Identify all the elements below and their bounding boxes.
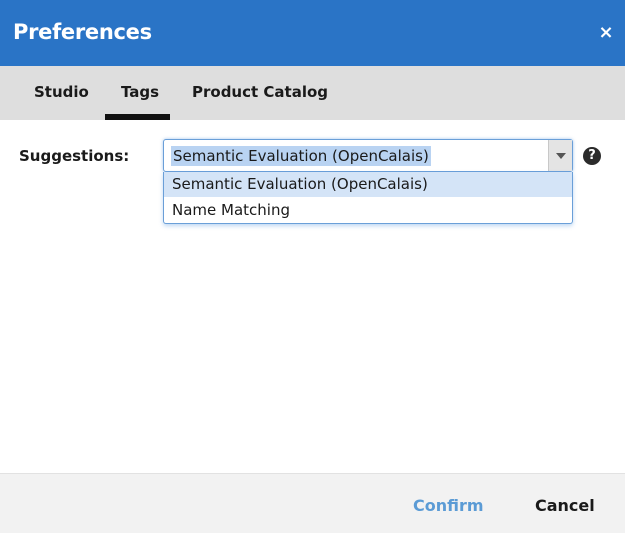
close-icon[interactable]: × [597, 22, 615, 44]
preferences-dialog: Preferences × Studio Tags Product Catalo… [0, 0, 625, 533]
suggestions-select[interactable]: Semantic Evaluation (OpenCalais) [163, 139, 573, 172]
active-tab-indicator [105, 114, 170, 120]
tab-product-catalog[interactable]: Product Catalog [192, 83, 328, 101]
confirm-button[interactable]: Confirm [413, 496, 484, 515]
suggestions-selected-value: Semantic Evaluation (OpenCalais) [171, 146, 431, 166]
dialog-title: Preferences [13, 20, 152, 44]
option-name-matching[interactable]: Name Matching [164, 198, 572, 223]
question-circle-icon[interactable]: ? [583, 147, 601, 165]
tab-tags[interactable]: Tags [121, 83, 159, 101]
suggestions-dropdown-list: Semantic Evaluation (OpenCalais) Name Ma… [163, 172, 573, 224]
dialog-footer: Confirm Cancel [0, 473, 625, 533]
cancel-button[interactable]: Cancel [535, 496, 595, 515]
title-bar: Preferences × [0, 0, 625, 66]
suggestions-label: Suggestions: [19, 147, 130, 165]
select-toggle-button[interactable] [548, 140, 572, 171]
option-semantic-evaluation[interactable]: Semantic Evaluation (OpenCalais) [164, 172, 572, 197]
tab-studio[interactable]: Studio [34, 83, 89, 101]
chevron-down-icon [556, 153, 566, 159]
tab-bar: Studio Tags Product Catalog [0, 66, 625, 120]
